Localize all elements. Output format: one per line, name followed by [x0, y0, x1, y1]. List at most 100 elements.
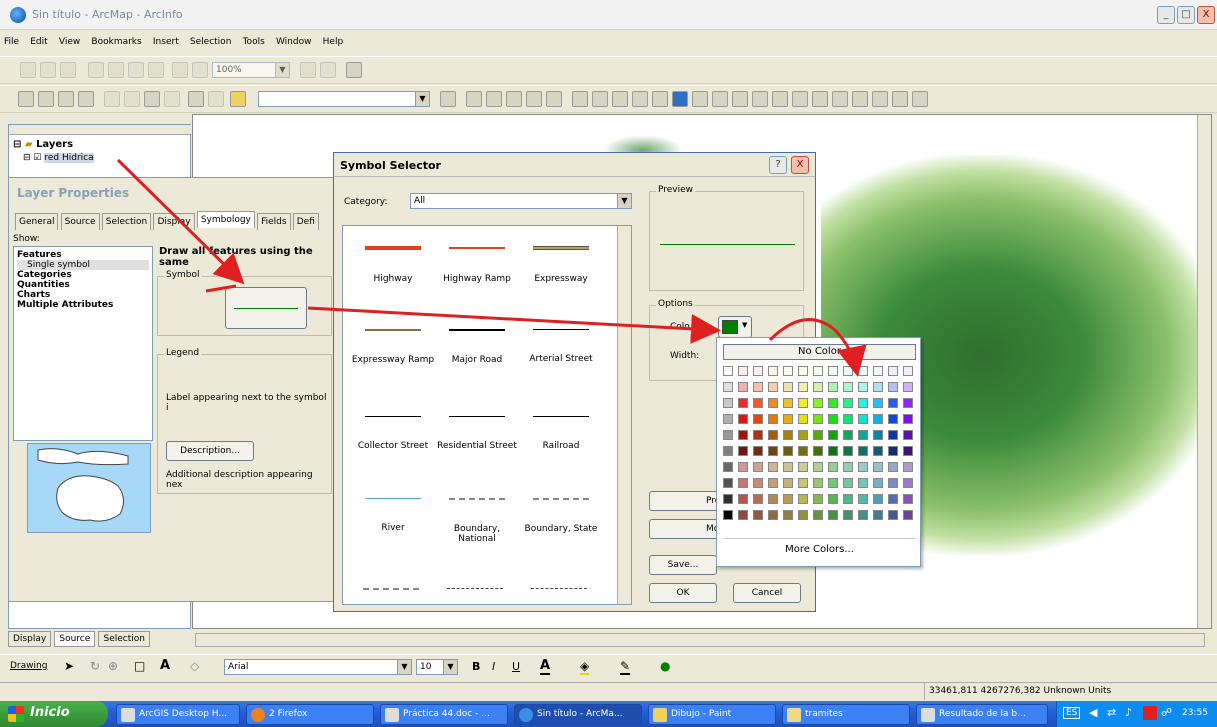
scale-combo[interactable]: ▼ — [258, 91, 430, 107]
color-swatch[interactable] — [873, 478, 883, 488]
color-swatch[interactable] — [858, 414, 868, 424]
find-icon[interactable] — [812, 91, 828, 107]
language-indicator[interactable]: ES — [1063, 707, 1081, 719]
color-swatch[interactable] — [768, 414, 778, 424]
html-popup-icon[interactable] — [892, 91, 908, 107]
toc-layers-root[interactable]: ⊟ ▰ Layers — [13, 139, 73, 150]
bold-button[interactable]: B — [472, 660, 480, 673]
color-swatch[interactable] — [738, 414, 748, 424]
color-swatch[interactable] — [858, 494, 868, 504]
underline-button[interactable]: U — [512, 660, 520, 673]
color-swatch[interactable] — [738, 398, 748, 408]
color-swatch[interactable] — [783, 494, 793, 504]
show-quantities[interactable]: Quantities — [17, 280, 149, 290]
task-arcgis-help[interactable]: ArcGIS Desktop H... — [116, 704, 240, 725]
more-colors-button[interactable]: More Colors... — [717, 544, 922, 555]
color-swatch[interactable] — [798, 430, 808, 440]
color-swatch[interactable] — [723, 478, 733, 488]
symbol-boundary-state[interactable]: Boundary, State — [519, 498, 603, 534]
color-swatch[interactable] — [723, 430, 733, 440]
color-swatch[interactable] — [888, 382, 898, 392]
collapse-icon[interactable]: ⊟ — [23, 153, 31, 163]
add-data-icon[interactable] — [230, 91, 246, 107]
color-swatch[interactable] — [723, 510, 733, 520]
tab-fields[interactable]: Fields — [257, 213, 291, 230]
color-swatch[interactable] — [903, 446, 913, 456]
color-swatch[interactable] — [828, 414, 838, 424]
network-icon[interactable]: ⇄ — [1107, 706, 1116, 719]
color-swatch[interactable] — [783, 446, 793, 456]
task-tramites-folder[interactable]: tramites — [782, 704, 910, 725]
color-swatch[interactable] — [783, 414, 793, 424]
collapse-icon[interactable]: ⊟ — [13, 139, 21, 150]
color-swatch[interactable] — [738, 462, 748, 472]
tab-display[interactable]: Display — [8, 631, 52, 647]
color-swatch[interactable] — [828, 478, 838, 488]
pan-layout-icon[interactable] — [60, 62, 76, 78]
forward-extent-icon[interactable] — [192, 62, 208, 78]
color-swatch[interactable] — [738, 446, 748, 456]
color-swatch[interactable] — [813, 382, 823, 392]
toc-layer-item[interactable]: ⊟ ☑ red Hidrica — [23, 153, 94, 163]
color-swatch[interactable] — [768, 510, 778, 520]
redo-icon[interactable] — [208, 91, 224, 107]
color-swatch[interactable] — [753, 462, 763, 472]
color-swatch[interactable] — [723, 446, 733, 456]
close-button[interactable]: X — [1197, 6, 1215, 24]
tab-symbology[interactable]: Symbology — [196, 211, 255, 228]
color-swatch[interactable] — [903, 414, 913, 424]
color-swatch[interactable] — [798, 494, 808, 504]
color-swatch[interactable] — [798, 366, 808, 376]
color-swatch[interactable] — [828, 398, 838, 408]
symbol-major-road[interactable]: Major Road — [435, 329, 519, 365]
color-swatch[interactable] — [753, 414, 763, 424]
zoom-in-icon[interactable] — [572, 91, 588, 107]
italic-button[interactable]: I — [492, 660, 495, 673]
font-select[interactable]: Arial ▼ — [224, 659, 412, 675]
maximize-button[interactable]: □ — [1177, 6, 1195, 24]
color-swatch[interactable] — [903, 510, 913, 520]
show-charts[interactable]: Charts — [17, 290, 149, 300]
color-swatch[interactable] — [783, 366, 793, 376]
tab-general[interactable]: General — [15, 213, 59, 230]
edit-vertices-icon[interactable]: ◇ — [190, 659, 199, 673]
zoom-100-icon[interactable] — [148, 62, 164, 78]
menu-tools[interactable]: Tools — [239, 34, 269, 50]
color-swatch[interactable] — [873, 414, 883, 424]
fixed-zoom-in-icon[interactable] — [108, 62, 124, 78]
color-swatch[interactable] — [843, 446, 853, 456]
color-swatch[interactable] — [768, 446, 778, 456]
no-color-button[interactable]: No Color — [723, 344, 916, 360]
color-swatch[interactable] — [828, 382, 838, 392]
color-swatch[interactable] — [813, 414, 823, 424]
copy-icon[interactable] — [124, 91, 140, 107]
menu-edit[interactable]: Edit — [26, 34, 51, 50]
go-to-xy-icon[interactable] — [832, 91, 848, 107]
color-swatch[interactable] — [903, 366, 913, 376]
color-swatch[interactable] — [738, 510, 748, 520]
map-horizontal-scrollbar[interactable] — [195, 633, 1205, 647]
color-swatch[interactable] — [888, 446, 898, 456]
symbol-button[interactable] — [225, 287, 307, 329]
color-swatch[interactable] — [753, 510, 763, 520]
command-line-icon[interactable] — [506, 91, 522, 107]
clear-selection-icon[interactable] — [752, 91, 768, 107]
color-swatch[interactable] — [888, 510, 898, 520]
color-swatch[interactable] — [783, 398, 793, 408]
font-color-icon[interactable]: A — [540, 658, 551, 675]
color-swatch[interactable] — [783, 430, 793, 440]
rotate-icon[interactable]: ↻ — [90, 659, 100, 673]
color-swatch[interactable] — [723, 414, 733, 424]
color-swatch[interactable] — [888, 494, 898, 504]
color-swatch[interactable] — [753, 446, 763, 456]
forward-icon[interactable] — [712, 91, 728, 107]
show-features[interactable]: Features — [17, 250, 149, 260]
drawing-menu[interactable]: Drawing — [10, 661, 47, 671]
color-swatch[interactable] — [723, 366, 733, 376]
color-swatch[interactable] — [903, 382, 913, 392]
show-single-symbol[interactable]: Single symbol — [17, 260, 149, 270]
hyperlink-icon[interactable] — [872, 91, 888, 107]
color-swatch[interactable] — [858, 398, 868, 408]
checkbox-icon[interactable]: ☑ — [33, 153, 41, 163]
fill-color-icon[interactable]: ◈ — [580, 659, 590, 675]
